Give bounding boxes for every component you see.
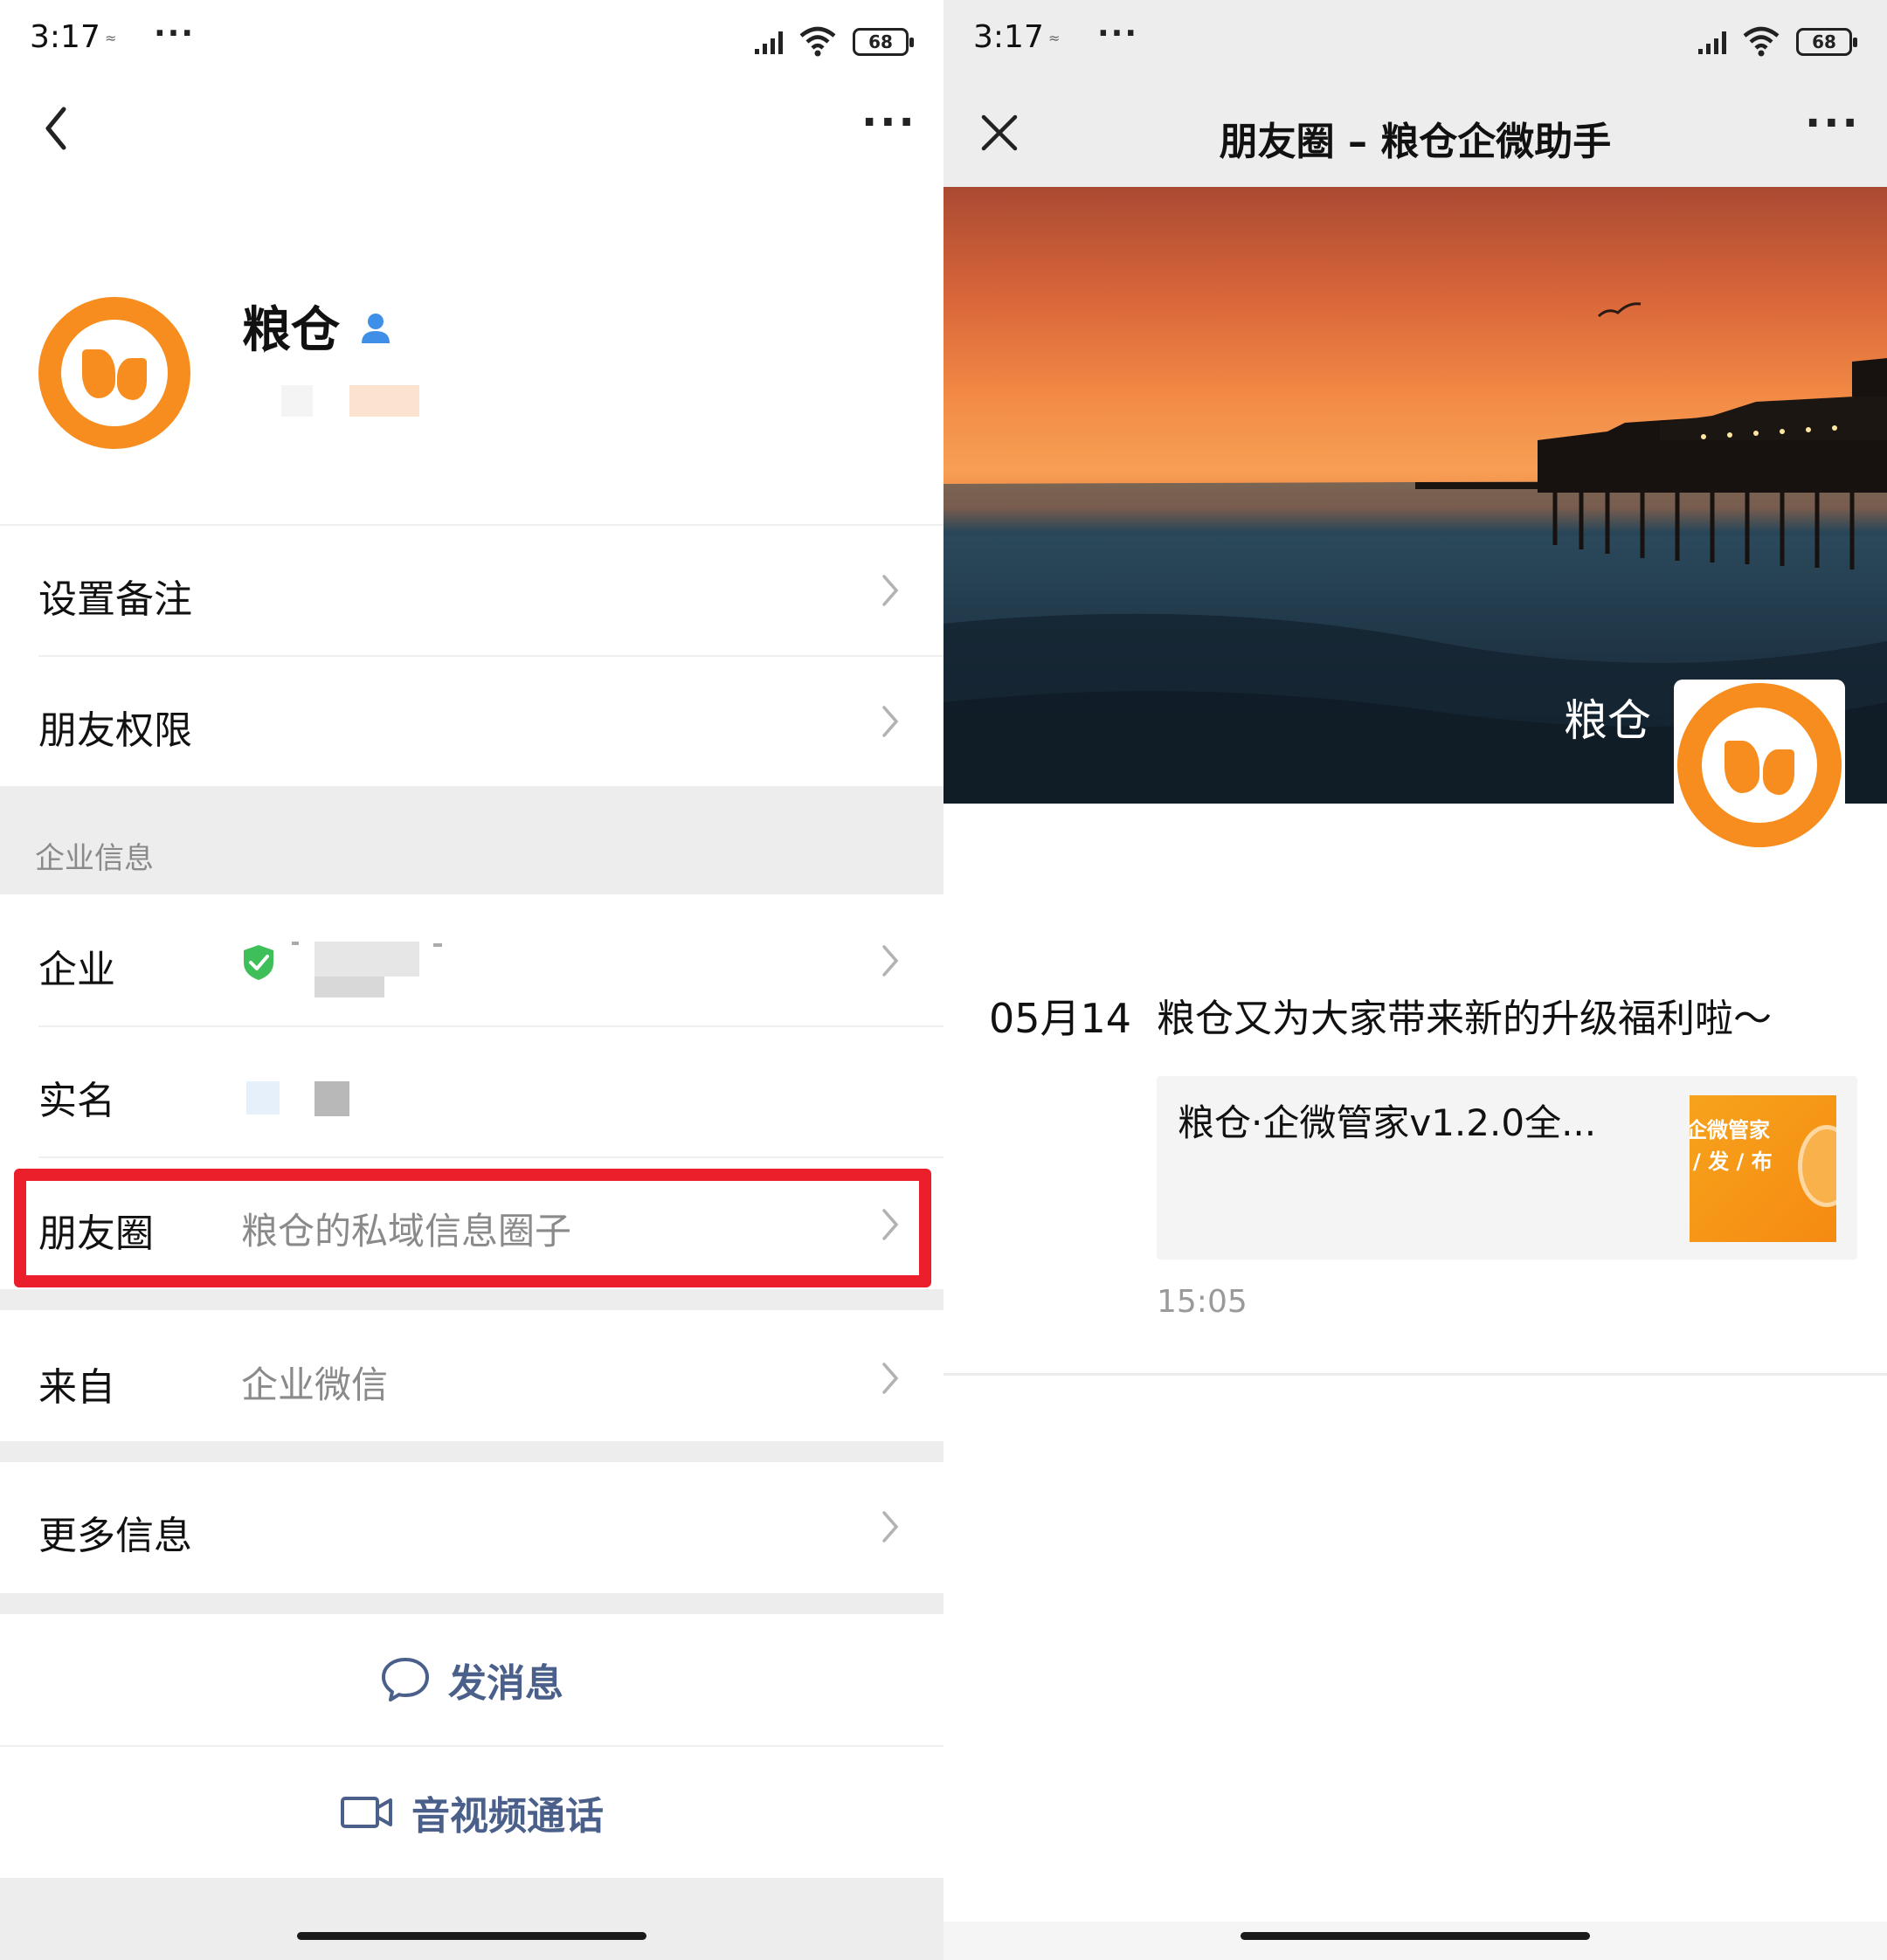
status-time: 3:17 [30,19,100,55]
blurred-id [281,385,313,417]
moments-avatar[interactable] [1674,680,1845,851]
nav-bar: ··· [0,83,944,179]
status-notification: ≈ [105,30,117,46]
row-more-info[interactable]: 更多信息 [0,1462,944,1593]
chevron-right-icon [882,1363,899,1394]
thumbnail-text: 企微管家 [1690,1118,1770,1142]
thumbnail-graphic [1798,1125,1836,1207]
row-label: 更多信息 [38,1514,192,1558]
row-source[interactable]: 来自 企业微信 [0,1310,944,1441]
logo-icon [61,320,168,426]
status-more-dots: ··· [1097,16,1139,52]
shared-link-card[interactable]: 粮仓·企微管家v1.2.0全... 企微管家 / 发 / 布 [1157,1076,1857,1260]
wifi-icon [1743,26,1780,57]
video-call-button[interactable]: 音视频通话 [0,1747,944,1878]
cover-name: 粮仓 [1564,695,1651,746]
signal-icon [1698,31,1726,54]
home-indicator[interactable] [1241,1932,1590,1940]
row-value: 企业微信 [241,1363,389,1406]
bottom-area [0,1878,944,1960]
link-thumbnail: 企微管家 / 发 / 布 [1690,1095,1836,1242]
row-set-remark[interactable]: 设置备注 [0,526,944,655]
divider [944,1373,1887,1376]
status-time: 3:17 [973,19,1044,55]
row-label: 来自 [38,1365,115,1410]
chevron-right-icon [882,575,899,606]
moments-screen: 3:17 ≈ ··· 68 朋友圈 – 粮仓企微助手 ··· 粮仓 05月14 … [944,0,1887,1960]
section-title-enterprise: 企业信息 [35,841,154,876]
chat-bubble-icon [382,1658,429,1701]
row-real-name: 实名 [0,1027,944,1156]
link-title: 粮仓·企微管家v1.2.0全... [1178,1101,1597,1144]
signal-icon [755,31,783,54]
wifi-icon [799,26,836,57]
chevron-left-icon [45,107,66,150]
row-label: 实名 [38,1079,115,1123]
blurred-text [246,1081,280,1115]
back-button[interactable] [30,102,82,155]
profile-header: 粮仓 [0,179,944,524]
home-indicator[interactable] [297,1932,646,1940]
row-company[interactable]: 企业 [0,894,944,1025]
blurred-text [292,942,299,945]
enterprise-user-icon [362,314,390,343]
chevron-right-icon [882,706,899,737]
row-label: 设置备注 [38,577,192,622]
bottom-area [944,1922,1887,1960]
blurred-text [433,943,442,947]
post-date: 05月14 [989,995,1132,1042]
battery-icon: 68 [1796,28,1857,56]
logo-icon [1677,683,1842,847]
profile-name: 粮仓 [242,302,340,359]
section-gap [0,1441,944,1462]
avatar[interactable] [38,297,190,449]
status-notification: ≈ [1048,30,1061,46]
page-title: 朋友圈 – 粮仓企微助手 [1219,120,1612,164]
video-camera-icon [341,1797,392,1828]
video-call-label: 音视频通话 [411,1794,604,1839]
section-gap [0,1289,944,1310]
post-time: 15:05 [1157,1284,1248,1320]
send-message-label: 发消息 [448,1661,563,1706]
battery-icon: 68 [853,28,914,56]
more-options-button[interactable]: ··· [861,101,915,144]
verified-shield-icon [244,945,273,980]
blurred-text [314,977,384,997]
status-more-dots: ··· [154,16,196,52]
section-gap [0,1593,944,1614]
status-bar: 3:17 ≈ ··· 68 [944,0,1887,83]
row-friend-permissions[interactable]: 朋友权限 [0,657,944,786]
contact-profile-screen: 3:17 ≈ ··· 68 ··· 粮仓 设置备注 朋友权限 企业信息 企业 实… [0,0,944,1960]
highlight-box [14,1169,931,1287]
chevron-right-icon [882,1511,899,1542]
row-label: 企业 [38,948,115,992]
blurred-text [314,942,419,977]
post-text: 粮仓又为大家带来新的升级福利啦～ [1157,997,1772,1041]
blurred-text [314,1081,349,1116]
row-label: 朋友权限 [38,708,192,753]
status-bar: 3:17 ≈ ··· 68 [0,0,944,83]
blurred-id [349,385,419,417]
chevron-right-icon [882,945,899,977]
more-options-button[interactable]: ··· [1805,102,1858,145]
thumbnail-text: / 发 / 布 [1693,1149,1773,1174]
send-message-button[interactable]: 发消息 [0,1614,944,1745]
